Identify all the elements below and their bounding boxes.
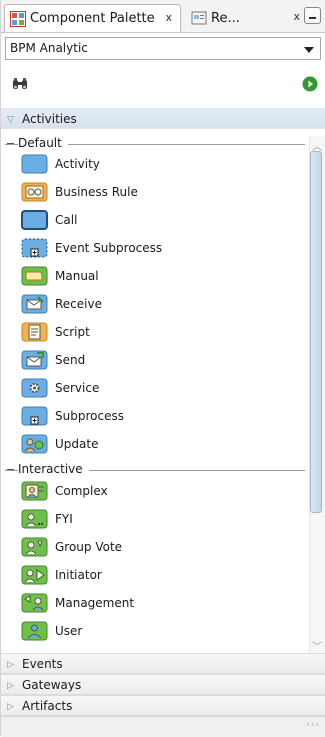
binoculars-icon — [13, 78, 27, 89]
category-events[interactable]: ▷ Events — [1, 653, 325, 674]
section-default: Default — [5, 136, 305, 152]
palette-item-update[interactable]: Update — [21, 432, 305, 456]
management-icon — [21, 593, 48, 613]
palette-item-activity[interactable]: Activity — [21, 152, 305, 176]
category-label: Events — [22, 657, 63, 671]
activity-icon — [21, 154, 48, 174]
item-label: Activity — [55, 157, 100, 171]
status-bar: ‹‹‹ — [1, 716, 325, 737]
item-label: Call — [55, 213, 78, 227]
component-palette-panel: Component Palette x Re... x BPM Analytic — [0, 0, 325, 737]
tab-resources[interactable]: Re... x — [186, 4, 308, 32]
search-row — [1, 74, 325, 98]
palette-select[interactable]: BPM Analytic — [5, 37, 321, 60]
section-interactive: Interactive — [5, 462, 305, 478]
palette-item-call[interactable]: Call — [21, 208, 305, 232]
palette-item-subprocess[interactable]: Subprocess — [21, 404, 305, 428]
update-icon — [21, 434, 48, 454]
scrollbar-thumb[interactable] — [310, 151, 322, 513]
group-vote-icon — [21, 537, 48, 557]
palette-item-fyi[interactable]: FYI — [21, 507, 305, 531]
item-label: Send — [55, 353, 86, 367]
section-dash — [7, 469, 14, 470]
section-dash — [7, 143, 14, 144]
item-label: User — [55, 624, 83, 638]
item-label: FYI — [55, 512, 73, 526]
category-gateways[interactable]: ▷ Gateways — [1, 674, 325, 695]
initiator-icon — [21, 565, 48, 585]
resource-icon — [191, 11, 207, 25]
search-input[interactable] — [33, 74, 297, 98]
close-icon[interactable]: x — [165, 11, 172, 24]
palette-item-management[interactable]: Management — [21, 591, 305, 615]
item-label: Complex — [55, 484, 108, 498]
palette-item-event-subprocess[interactable]: Event Subprocess — [21, 236, 305, 260]
script-icon — [21, 322, 48, 342]
tab-bar: Component Palette x Re... x — [1, 0, 325, 33]
palette-item-group-vote[interactable]: Group Vote — [21, 535, 305, 559]
call-icon — [21, 210, 48, 230]
subprocess-icon — [21, 406, 48, 426]
palette-item-receive[interactable]: Receive — [21, 292, 305, 316]
palette-item-service[interactable]: Service — [21, 376, 305, 400]
palette-item-user[interactable]: User — [21, 619, 305, 643]
item-label: Service — [55, 381, 100, 395]
item-label: Initiator — [55, 568, 102, 582]
item-label: Receive — [55, 297, 102, 311]
tab-label: Component Palette — [30, 11, 155, 26]
palette-item-complex[interactable]: Complex — [21, 479, 305, 503]
event-subprocess-icon — [21, 238, 48, 258]
close-icon[interactable]: x — [293, 10, 300, 23]
receive-icon — [21, 294, 48, 314]
service-icon — [21, 378, 48, 398]
category-label: Artifacts — [22, 699, 73, 713]
triangle-right-icon: ▷ — [7, 702, 14, 712]
palette-select-value: BPM Analytic — [10, 41, 88, 55]
complex-icon — [21, 481, 48, 501]
send-icon — [21, 350, 48, 370]
palette-grid-icon — [10, 10, 26, 27]
manual-icon — [21, 266, 48, 286]
category-label: Activities — [22, 112, 77, 126]
triangle-right-icon: ▷ — [7, 681, 14, 691]
palette-item-list: Default Activity Business Rule Call Even… — [1, 136, 309, 653]
item-label: Subprocess — [55, 409, 124, 423]
category-label: Gateways — [22, 678, 82, 692]
chevron-down-icon[interactable]: ﹀ — [312, 638, 322, 653]
user-icon — [21, 621, 48, 641]
section-label: Default — [18, 136, 68, 150]
item-label: Event Subprocess — [55, 241, 163, 255]
tab-component-palette[interactable]: Component Palette x — [4, 4, 181, 32]
item-label: Business Rule — [55, 185, 138, 199]
item-label: Update — [55, 437, 99, 451]
palette-item-send[interactable]: Send — [21, 348, 305, 372]
palette-item-business-rule[interactable]: Business Rule — [21, 180, 305, 204]
chevron-down-icon — [304, 47, 314, 53]
tab-label: Re... — [211, 10, 240, 26]
palette-item-manual[interactable]: Manual — [21, 264, 305, 288]
section-label: Interactive — [18, 462, 89, 476]
add-icon[interactable] — [302, 76, 318, 92]
category-artifacts[interactable]: ▷ Artifacts — [1, 695, 325, 716]
item-label: Script — [55, 325, 90, 339]
palette-item-initiator[interactable]: Initiator — [21, 563, 305, 587]
palette-item-script[interactable]: Script — [21, 320, 305, 344]
category-activities[interactable]: ▽ Activities — [1, 108, 325, 129]
triangle-right-icon: ▷ — [7, 660, 14, 670]
business-rule-icon — [21, 182, 48, 202]
item-label: Group Vote — [55, 540, 123, 554]
minimize-button[interactable] — [304, 7, 321, 24]
item-label: Manual — [55, 269, 99, 283]
resize-grip-icon[interactable]: ‹‹‹ — [306, 720, 320, 730]
item-label: Management — [55, 596, 135, 610]
triangle-down-icon: ▽ — [7, 115, 14, 125]
fyi-icon — [21, 509, 48, 529]
